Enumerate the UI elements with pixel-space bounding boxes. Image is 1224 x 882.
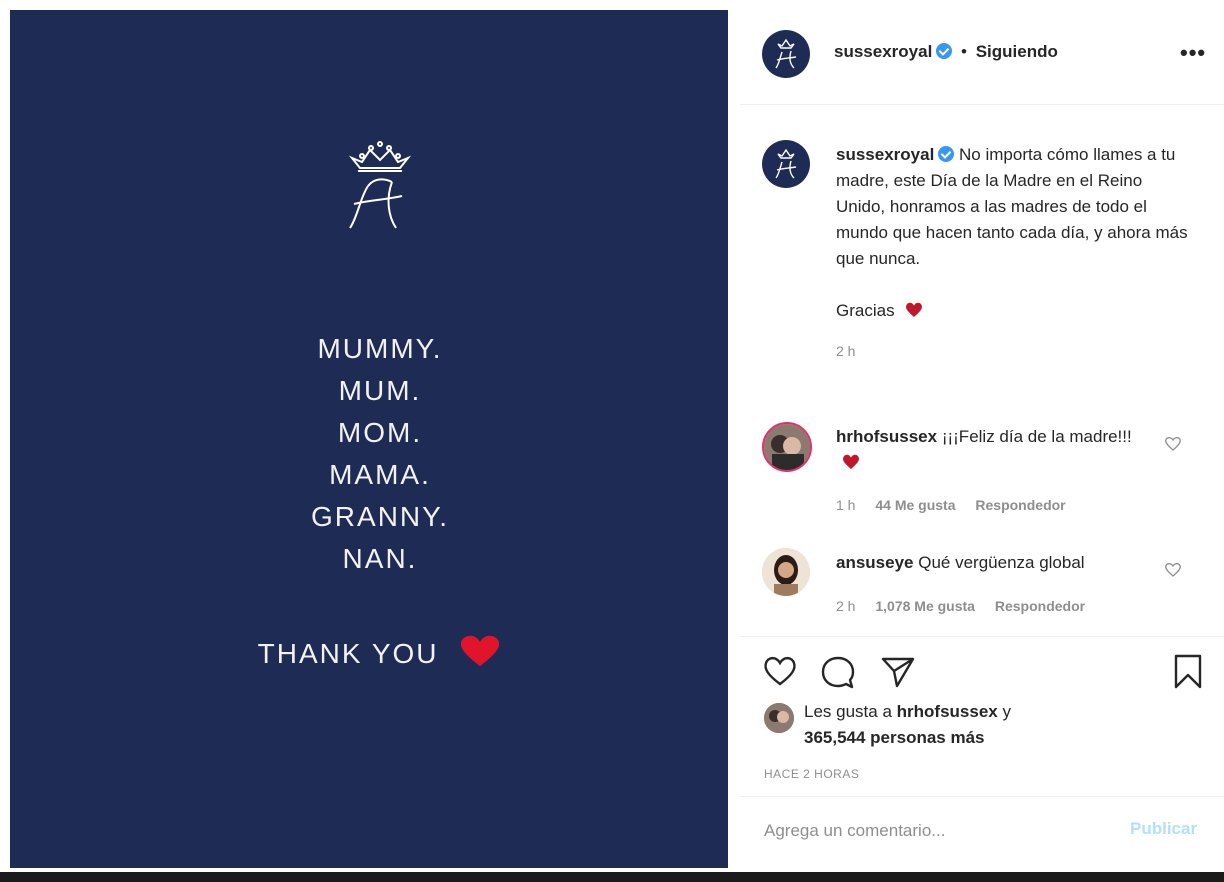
comment-text: Qué vergüenza global: [918, 553, 1085, 572]
separator-dot: •: [961, 42, 967, 61]
monogram-icon: [775, 38, 797, 69]
like-comment-heart-icon[interactable]: [1164, 562, 1182, 578]
comment-input[interactable]: [762, 815, 1106, 847]
caption-username[interactable]: sussexroyal: [836, 145, 934, 164]
caption-avatar[interactable]: [762, 140, 810, 188]
verified-badge-icon: [936, 43, 953, 59]
card-line: MOM.: [337, 417, 423, 448]
comment-username[interactable]: ansuseye: [836, 553, 914, 572]
liked-by-avatar[interactable]: [764, 703, 794, 733]
reply-button[interactable]: Respondedor: [995, 598, 1085, 614]
comment-1: hrhofsussex ¡¡¡Feliz día de la madre!!!: [836, 424, 1156, 476]
following-button[interactable]: Siguiendo: [976, 42, 1058, 61]
red-heart-icon: [843, 454, 859, 469]
save-bookmark-icon[interactable]: [1172, 653, 1204, 691]
couple-photo: [764, 703, 794, 733]
like-comment-heart-icon[interactable]: [1164, 436, 1182, 452]
card-line: MUM.: [338, 375, 422, 406]
card-line: NAN.: [342, 543, 418, 574]
comment-likes[interactable]: 44 Me gusta: [875, 497, 955, 513]
post-timestamp[interactable]: HACE 2 HORAS: [764, 767, 859, 781]
bottom-edge: [0, 872, 1224, 882]
likes-user[interactable]: hrhofsussex: [897, 702, 998, 721]
header-user-line: sussexroyal • Siguiendo: [834, 42, 1058, 62]
card-text-lines: MUMMY. MUM. MOM. MAMA. GRANNY. NAN.: [10, 328, 750, 580]
comment-box: Publicar: [740, 796, 1224, 873]
red-heart-icon: [461, 635, 500, 666]
profile-photo: [762, 548, 810, 596]
red-heart-icon: [906, 302, 923, 317]
caption-thanks: Gracias: [836, 298, 1196, 324]
comment-time[interactable]: 1 h: [836, 497, 855, 513]
caption-body: sussexroyal No importa cómo llames a tu …: [836, 142, 1196, 272]
verified-badge-icon: [938, 146, 955, 162]
comment-text: ¡¡¡Feliz día de la madre!!!: [941, 427, 1132, 446]
caption: sussexroyal No importa cómo llames a tu …: [836, 142, 1196, 364]
header-username[interactable]: sussexroyal: [834, 42, 932, 61]
sussexroyal-avatar[interactable]: [762, 30, 810, 78]
post-image[interactable]: MUMMY. MUM. MOM. MAMA. GRANNY. NAN. THAN…: [10, 10, 728, 868]
card-line: GRANNY.: [311, 501, 449, 532]
thank-you-text: THANK YOU: [257, 638, 439, 669]
likes-conj: y: [1002, 702, 1011, 721]
publish-button[interactable]: Publicar: [1130, 819, 1197, 839]
comment-bubble-icon[interactable]: [820, 655, 856, 689]
monogram-icon: [775, 148, 797, 179]
like-heart-icon[interactable]: [762, 655, 798, 687]
couple-photo: [764, 424, 810, 470]
post-header: sussexroyal • Siguiendo •••: [740, 10, 1224, 105]
comment-likes[interactable]: 1,078 Me gusta: [875, 598, 975, 614]
comment-2: ansuseye Qué vergüenza global: [836, 550, 1156, 576]
more-options-icon[interactable]: •••: [1180, 40, 1206, 66]
comment-username[interactable]: hrhofsussex: [836, 427, 937, 446]
card-line: MAMA.: [329, 459, 431, 490]
likes-others[interactable]: 365,544 personas más: [804, 728, 985, 747]
comment-1-meta: 1 h 44 Me gusta Respondedor: [836, 497, 1082, 513]
comment-time[interactable]: 2 h: [836, 598, 855, 614]
ansuseye-avatar[interactable]: [762, 548, 810, 596]
thank-you-row: THANK YOU: [10, 635, 750, 670]
likes-summary: Les gusta a hrhofsussex y 365,544 person…: [804, 699, 1011, 751]
caption-time[interactable]: 2 h: [836, 338, 1196, 364]
post-side-panel: sussexroyal • Siguiendo ••• sussexroyal …: [740, 10, 1224, 872]
likes-prefix: Les gusta a: [804, 702, 892, 721]
caption-thanks-text: Gracias: [836, 301, 895, 320]
comment-2-meta: 2 h 1,078 Me gusta Respondedor: [836, 598, 1101, 614]
reply-button[interactable]: Respondedor: [975, 497, 1065, 513]
hrhofsussex-avatar[interactable]: [762, 422, 812, 472]
royal-monogram-logo: [348, 141, 412, 229]
card-line: MUMMY.: [317, 333, 443, 364]
share-paper-plane-icon[interactable]: [880, 655, 916, 689]
